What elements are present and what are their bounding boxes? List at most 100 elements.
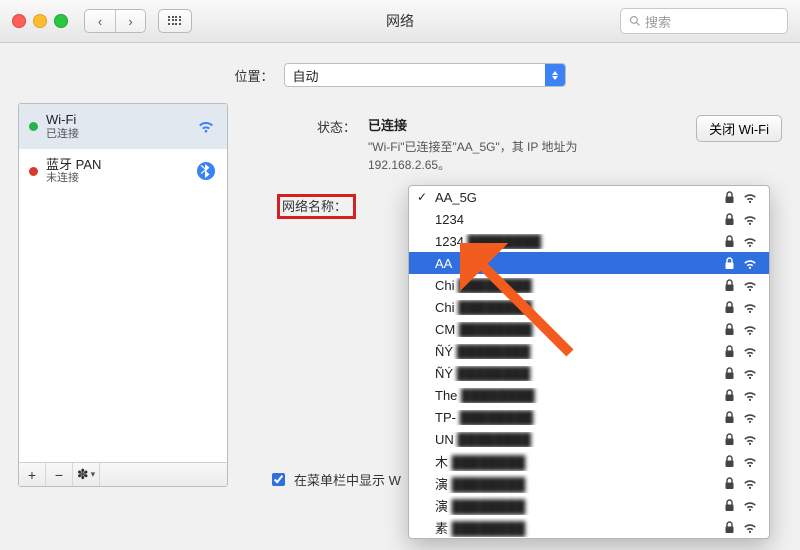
nav-back-button[interactable]: ‹ <box>85 10 115 32</box>
network-item-label: Chi ████████ <box>435 278 724 293</box>
network-item-label: UN ████████ <box>435 432 724 447</box>
wifi-icon <box>741 455 759 468</box>
lock-icon <box>724 499 735 512</box>
lock-icon <box>724 477 735 490</box>
network-item[interactable]: The ████████ <box>409 384 769 406</box>
show-in-menubar-label: 在菜单栏中显示 W <box>294 470 401 489</box>
nav-back-forward: ‹ › <box>84 9 146 33</box>
nav-forward-button[interactable]: › <box>115 10 145 32</box>
network-item-label: 1234 ████████ <box>435 234 724 249</box>
network-item[interactable]: 1234 <box>409 208 769 230</box>
network-item-label: CM ████████ <box>435 322 724 337</box>
lock-icon <box>724 323 735 336</box>
network-item-label: The ████████ <box>435 388 724 403</box>
network-item-label: 1234 <box>435 212 724 227</box>
network-item-label: ÑÝ ████████ <box>435 344 724 359</box>
lock-icon <box>724 367 735 380</box>
wifi-icon <box>195 115 217 137</box>
lock-icon <box>724 279 735 292</box>
network-name-dropdown[interactable]: AA_5G 1234 1234 ████████ AA Chi ████████ Chi … <box>408 185 770 539</box>
lock-icon <box>724 433 735 446</box>
network-item[interactable]: ÑÝ ████████ <box>409 340 769 362</box>
network-item[interactable]: 演 ████████ <box>409 472 769 494</box>
remove-interface-button[interactable]: − <box>46 463 73 486</box>
network-item[interactable]: ÑÝ ████████ <box>409 362 769 384</box>
wifi-icon <box>741 191 759 204</box>
interface-sub: 已连接 <box>46 128 79 141</box>
network-item[interactable]: AA <box>409 252 769 274</box>
network-item-label: 演 ████████ <box>435 496 724 515</box>
search-icon <box>629 15 641 27</box>
lock-icon <box>724 455 735 468</box>
network-item[interactable]: 1234 ████████ <box>409 230 769 252</box>
add-interface-button[interactable]: + <box>19 463 46 486</box>
grid-icon <box>168 16 182 27</box>
wifi-icon <box>741 477 759 490</box>
network-item[interactable]: UN ████████ <box>409 428 769 450</box>
network-name-label: 网络名称： <box>277 194 356 219</box>
wifi-icon <box>741 411 759 424</box>
sidebar-item-wi-fi[interactable]: Wi-Fi已连接 <box>19 104 227 149</box>
location-value: 自动 <box>285 66 545 85</box>
network-item[interactable]: 素 ████████ <box>409 516 769 538</box>
status-dot <box>29 167 38 176</box>
sidebar-item-蓝牙-pan[interactable]: 蓝牙 PAN未连接 <box>19 149 227 194</box>
wifi-icon <box>741 301 759 314</box>
network-item-label: TP- ████████ <box>435 410 724 425</box>
network-item-label: ÑÝ ████████ <box>435 366 724 381</box>
network-item-label: 演 ████████ <box>435 474 724 493</box>
zoom-window-button[interactable] <box>54 14 68 28</box>
lock-icon <box>724 301 735 314</box>
interface-name: Wi-Fi <box>46 112 79 128</box>
location-select[interactable]: 自动 <box>284 63 566 87</box>
wifi-icon <box>741 235 759 248</box>
wifi-icon <box>741 257 759 270</box>
lock-icon <box>724 191 735 204</box>
wifi-icon <box>741 345 759 358</box>
network-item-label: AA_5G <box>435 190 724 205</box>
status-description: "Wi-Fi"已连接至"AA_5G"，其 IP 地址为 192.168.2.65… <box>368 138 658 174</box>
network-item[interactable]: 演 ████████ <box>409 494 769 516</box>
wifi-icon <box>741 389 759 402</box>
status-label: 状态： <box>246 115 356 174</box>
wifi-icon <box>741 433 759 446</box>
interfaces-list: Wi-Fi已连接蓝牙 PAN未连接 + − ✽ <box>18 103 228 487</box>
bluetooth-icon <box>195 160 217 182</box>
lock-icon <box>724 257 735 270</box>
network-item[interactable]: Chi ████████ <box>409 274 769 296</box>
lock-icon <box>724 235 735 248</box>
network-item[interactable]: 木 ████████ <box>409 450 769 472</box>
network-item[interactable]: AA_5G <box>409 186 769 208</box>
wifi-icon <box>741 521 759 534</box>
interface-actions-menu[interactable]: ✽ <box>73 463 100 486</box>
wifi-toggle-button[interactable]: 关闭 Wi-Fi <box>696 115 782 142</box>
network-item-label: Chi ████████ <box>435 300 724 315</box>
network-item-label: 木 ████████ <box>435 452 724 471</box>
updown-arrows-icon <box>545 64 565 86</box>
network-item[interactable]: CM ████████ <box>409 318 769 340</box>
location-label: 位置： <box>234 66 273 85</box>
lock-icon <box>724 411 735 424</box>
close-window-button[interactable] <box>12 14 26 28</box>
lock-icon <box>724 521 735 534</box>
minimize-window-button[interactable] <box>33 14 47 28</box>
search-placeholder: 搜索 <box>645 12 671 31</box>
status-value: 已连接 <box>368 118 407 133</box>
network-item[interactable]: Chi ████████ <box>409 296 769 318</box>
wifi-icon <box>741 499 759 512</box>
wifi-icon <box>741 323 759 336</box>
lock-icon <box>724 345 735 358</box>
wifi-icon <box>741 367 759 380</box>
network-item-label: AA <box>435 256 724 271</box>
wifi-icon <box>741 213 759 226</box>
status-dot <box>29 122 38 131</box>
show-all-prefs-button[interactable] <box>158 9 192 33</box>
lock-icon <box>724 213 735 226</box>
search-field[interactable]: 搜索 <box>620 8 788 34</box>
show-in-menubar-checkbox[interactable] <box>272 473 285 486</box>
interface-sub: 未连接 <box>46 172 101 185</box>
wifi-icon <box>741 279 759 292</box>
network-item[interactable]: TP- ████████ <box>409 406 769 428</box>
lock-icon <box>724 389 735 402</box>
network-item-label: 素 ████████ <box>435 518 724 537</box>
